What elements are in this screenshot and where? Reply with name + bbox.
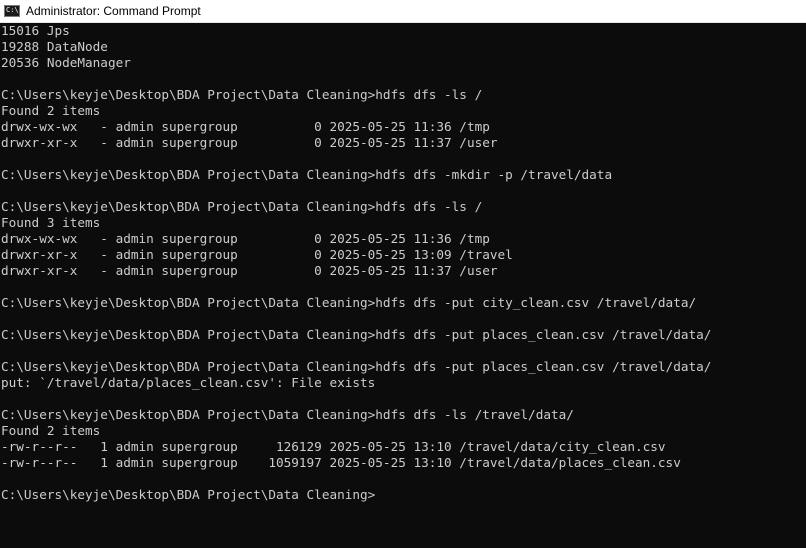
console-output[interactable]: 15016 Jps 19288 DataNode 20536 NodeManager…	[1, 23, 806, 548]
console-line: C:\Users\keyje\Desktop\BDA Project\Data …	[1, 167, 613, 182]
console-line: drwxr-xr-x - admin supergroup 0 2025-05-…	[1, 263, 498, 278]
console-line: drwx-wx-wx - admin supergroup 0 2025-05-…	[1, 119, 490, 134]
command-prompt-icon	[4, 4, 20, 17]
console-line: -rw-r--r-- 1 admin supergroup 126129 202…	[1, 439, 666, 454]
window-title: Administrator: Command Prompt	[26, 4, 201, 18]
console-line: 15016 Jps	[1, 23, 70, 38]
console-line: C:\Users\keyje\Desktop\BDA Project\Data …	[1, 359, 712, 374]
console-line: C:\Users\keyje\Desktop\BDA Project\Data …	[1, 87, 483, 102]
title-bar[interactable]: Administrator: Command Prompt	[0, 0, 806, 23]
console-line: 20536 NodeManager	[1, 55, 131, 70]
console-line: C:\Users\keyje\Desktop\BDA Project\Data …	[1, 407, 574, 422]
console-line: C:\Users\keyje\Desktop\BDA Project\Data …	[1, 327, 712, 342]
console-line: drwxr-xr-x - admin supergroup 0 2025-05-…	[1, 135, 498, 150]
console-line: drwx-wx-wx - admin supergroup 0 2025-05-…	[1, 231, 490, 246]
console-line: 19288 DataNode	[1, 39, 108, 54]
console-line: C:\Users\keyje\Desktop\BDA Project\Data …	[1, 487, 376, 502]
console-line: Found 2 items	[1, 103, 101, 118]
console-line: put: `/travel/data/places_clean.csv': Fi…	[1, 375, 376, 390]
command-prompt-window: Administrator: Command Prompt 15016 Jps1…	[0, 0, 806, 548]
console-line: drwxr-xr-x - admin supergroup 0 2025-05-…	[1, 247, 513, 262]
console-line: Found 3 items	[1, 215, 101, 230]
console-line: -rw-r--r-- 1 admin supergroup 1059197 20…	[1, 455, 681, 470]
console-line: C:\Users\keyje\Desktop\BDA Project\Data …	[1, 295, 697, 310]
console-line: C:\Users\keyje\Desktop\BDA Project\Data …	[1, 199, 483, 214]
console-line: Found 2 items	[1, 423, 101, 438]
